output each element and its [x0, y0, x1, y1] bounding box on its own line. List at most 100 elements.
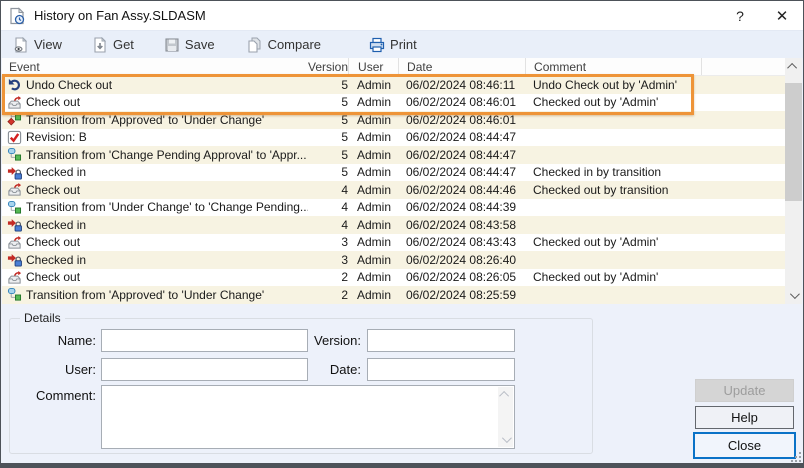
event-label: Check out: [26, 235, 80, 249]
dialog-close-icon[interactable]: ✕: [765, 1, 799, 30]
event-cell: Transition from 'Approved' to 'Under Cha…: [2, 112, 308, 127]
scrollbar-thumb[interactable]: [785, 83, 802, 201]
event-label: Transition from 'Approved' to 'Under Cha…: [26, 113, 264, 127]
column-header-version[interactable]: Version: [308, 60, 348, 74]
version-cell: 2: [308, 288, 348, 302]
resize-grip-icon[interactable]: [789, 450, 801, 462]
toolbar: View Get Save Compare: [1, 30, 803, 58]
column-header-user[interactable]: User: [348, 58, 398, 75]
comment-scroll-down-icon[interactable]: [502, 433, 512, 443]
comment-cell: Checked out by 'Admin': [525, 270, 701, 284]
table-row[interactable]: Check out4Admin06/02/2024 08:44:46Checke…: [2, 181, 788, 199]
event-label: Checked in: [26, 165, 86, 179]
transition-blue-icon: [7, 287, 22, 302]
table-row[interactable]: Revision: B5Admin06/02/2024 08:44:47: [2, 129, 788, 147]
checkout-icon: [7, 182, 22, 197]
help-button[interactable]: Help: [695, 406, 794, 429]
version-cell: 4: [308, 200, 348, 214]
date-cell: 06/02/2024 08:43:43: [398, 235, 525, 249]
event-cell: Transition from 'Change Pending Approval…: [2, 147, 308, 162]
table-row[interactable]: Transition from 'Change Pending Approval…: [2, 146, 788, 164]
user-cell: Admin: [348, 235, 398, 249]
table-scrollbar[interactable]: [785, 58, 802, 304]
comment-scrollbar[interactable]: [498, 387, 513, 447]
table-row[interactable]: Transition from 'Approved' to 'Under Cha…: [2, 286, 788, 304]
checkout-icon: [7, 95, 22, 110]
date-cell: 06/02/2024 08:44:46: [398, 183, 525, 197]
column-header-event[interactable]: Event: [2, 60, 308, 74]
user-cell: Admin: [348, 270, 398, 284]
close-button[interactable]: Close: [693, 432, 796, 459]
comment-cell: Checked out by 'Admin': [525, 95, 701, 109]
date-cell: 06/02/2024 08:26:40: [398, 253, 525, 267]
history-dialog: History on Fan Assy.SLDASM ? ✕ View Get: [0, 0, 804, 468]
checkin-icon: [7, 217, 22, 232]
name-field[interactable]: [101, 329, 308, 352]
version-cell: 5: [308, 130, 348, 144]
user-cell: Admin: [348, 253, 398, 267]
table-row[interactable]: Undo Check out5Admin06/02/2024 08:46:11U…: [2, 76, 788, 94]
date-label: Date:: [296, 362, 361, 377]
user-label: User:: [31, 362, 96, 377]
event-cell: Undo Check out: [2, 77, 308, 92]
version-field[interactable]: [367, 329, 515, 352]
comment-scroll-up-icon[interactable]: [499, 391, 509, 401]
table-row[interactable]: Transition from 'Under Change' to 'Chang…: [2, 199, 788, 217]
compare-button[interactable]: Compare: [241, 34, 327, 56]
comment-field[interactable]: [101, 385, 515, 449]
date-cell: 06/02/2024 08:25:59: [398, 288, 525, 302]
table-row[interactable]: Checked in3Admin06/02/2024 08:26:40: [2, 251, 788, 269]
scroll-up-icon[interactable]: [785, 58, 802, 75]
save-button[interactable]: Save: [158, 34, 221, 56]
table-row[interactable]: Check out2Admin06/02/2024 08:26:05Checke…: [2, 269, 788, 287]
date-field[interactable]: [367, 358, 515, 381]
table-row[interactable]: Checked in5Admin06/02/2024 08:44:47Check…: [2, 164, 788, 182]
transition-blue-icon: [7, 200, 22, 215]
update-button: Update: [695, 379, 794, 402]
table-row[interactable]: Checked in4Admin06/02/2024 08:43:58: [2, 216, 788, 234]
column-header-date[interactable]: Date: [398, 58, 525, 75]
event-label: Transition from 'Change Pending Approval…: [26, 148, 307, 162]
print-button[interactable]: Print: [363, 34, 423, 56]
name-label: Name:: [31, 333, 96, 348]
version-cell: 4: [308, 183, 348, 197]
checkin-icon: [7, 165, 22, 180]
print-label: Print: [390, 37, 417, 52]
version-cell: 5: [308, 113, 348, 127]
save-floppy-icon: [164, 37, 180, 53]
version-cell: 2: [308, 270, 348, 284]
event-label: Transition from 'Under Change' to 'Chang…: [26, 200, 308, 214]
table-row[interactable]: Transition from 'Approved' to 'Under Cha…: [2, 111, 788, 129]
event-cell: Transition from 'Approved' to 'Under Cha…: [2, 287, 308, 302]
save-label: Save: [185, 37, 215, 52]
user-cell: Admin: [348, 165, 398, 179]
view-button[interactable]: View: [7, 34, 68, 56]
scroll-down-icon[interactable]: [785, 287, 802, 304]
undo-checkout-icon: [7, 77, 22, 92]
get-button[interactable]: Get: [86, 34, 140, 56]
user-cell: Admin: [348, 183, 398, 197]
date-cell: 06/02/2024 08:44:47: [398, 148, 525, 162]
revision-icon: [7, 130, 22, 145]
event-cell: Check out: [2, 270, 308, 285]
table-row[interactable]: Check out5Admin06/02/2024 08:46:01Checke…: [2, 94, 788, 112]
user-field[interactable]: [101, 358, 308, 381]
event-cell: Transition from 'Under Change' to 'Chang…: [2, 200, 308, 215]
comment-cell: Undo Check out by 'Admin': [525, 78, 701, 92]
event-label: Transition from 'Approved' to 'Under Cha…: [26, 288, 264, 302]
dialog-help-button[interactable]: ?: [723, 1, 757, 30]
checkout-icon: [7, 235, 22, 250]
table-row[interactable]: Check out3Admin06/02/2024 08:43:43Checke…: [2, 234, 788, 252]
version-cell: 4: [308, 218, 348, 232]
column-header-comment[interactable]: Comment: [525, 58, 701, 75]
date-cell: 06/02/2024 08:46:01: [398, 113, 525, 127]
transition-blue-icon: [7, 147, 22, 162]
comment-cell: Checked out by 'Admin': [525, 235, 701, 249]
event-label: Undo Check out: [26, 78, 112, 92]
user-cell: Admin: [348, 113, 398, 127]
history-table-body: Undo Check out5Admin06/02/2024 08:46:11U…: [2, 76, 788, 304]
history-table: Event Version User Date Comment Undo Che…: [2, 58, 788, 304]
event-cell: Checked in: [2, 165, 308, 180]
comment-cell: Checked out by transition: [525, 183, 701, 197]
user-cell: Admin: [348, 78, 398, 92]
